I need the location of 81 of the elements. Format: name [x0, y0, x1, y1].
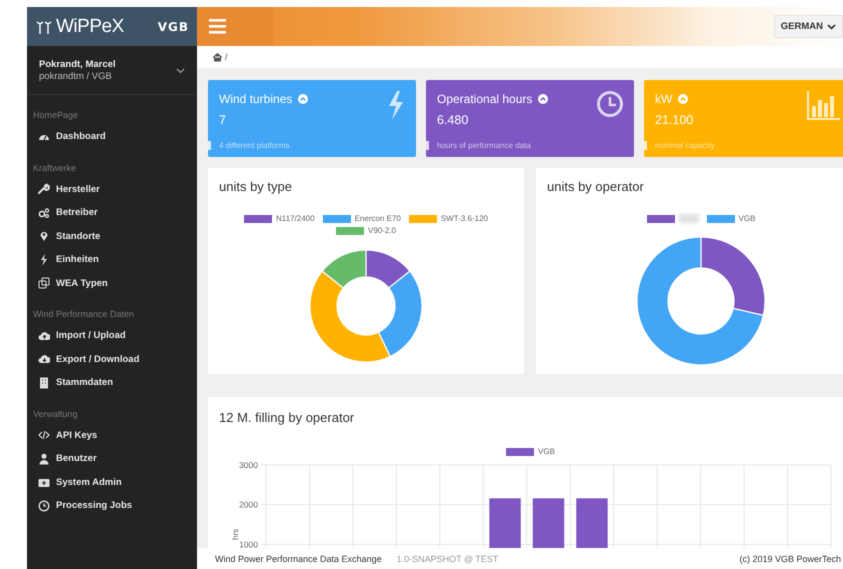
legend-label: V90-2.0	[368, 226, 396, 235]
lightning-icon	[38, 254, 50, 266]
version-label: 1.0-SNAPSHOT @ TEST	[396, 554, 498, 564]
stat-caption: hours of performance data	[437, 141, 532, 150]
home-icon[interactable]	[212, 52, 223, 62]
menu-item[interactable]: Standorte	[27, 224, 197, 248]
menu-item[interactable]: Hersteller	[27, 178, 197, 201]
menu-item[interactable]: Processing Jobs	[27, 494, 197, 518]
chart-title: units by type	[218, 178, 293, 194]
bar	[576, 498, 608, 548]
section-heading: HomePage	[33, 110, 80, 120]
menu-item[interactable]: Stammdaten	[27, 371, 197, 394]
axis-tick-label: 2000	[239, 500, 258, 510]
legend-label: Enercon E70	[354, 214, 401, 223]
stat-value: 6.480	[437, 113, 470, 127]
legend-swatch[interactable]	[646, 214, 675, 222]
legend-label: VGB	[738, 214, 756, 223]
legend-swatch[interactable]	[706, 214, 735, 222]
chart-title: 12 M. filling by operator	[218, 409, 356, 425]
chevron-up-icon[interactable]	[298, 94, 308, 104]
app-name: Wind Power Performance Data Exchange	[215, 554, 382, 564]
clock-icon	[596, 90, 624, 118]
stat-caption: 4 different platforms	[219, 141, 291, 150]
blurred-label	[678, 214, 699, 223]
bar-chart-icon	[806, 90, 842, 121]
org-logo: VGB	[158, 20, 189, 34]
bar	[489, 498, 521, 548]
chevron-down-icon[interactable]	[176, 68, 185, 74]
user-name: Pokrandt, Marcel	[39, 59, 116, 70]
legend-swatch[interactable]	[322, 214, 351, 222]
menu-item[interactable]: Import / Upload	[27, 324, 197, 348]
menu-button[interactable]	[197, 7, 273, 46]
clone-icon	[38, 277, 50, 290]
stat-title: kW	[655, 92, 672, 106]
chevron-down-icon	[827, 24, 836, 30]
gears-icon	[38, 206, 50, 219]
stat-value: 21.100	[655, 113, 694, 127]
code-icon	[38, 429, 50, 442]
bar	[532, 498, 564, 548]
medkit-icon	[38, 476, 50, 488]
legend-label: N117/2400	[276, 214, 315, 223]
user-icon	[38, 452, 50, 465]
chart-title: units by operator	[546, 178, 645, 194]
menu-item[interactable]: WEA Typen	[27, 272, 197, 295]
menu-item[interactable]: Einheiten	[27, 248, 197, 272]
lightning-icon	[386, 90, 406, 122]
menu-item[interactable]: API Keys	[27, 424, 197, 447]
stat-caption: nominal capacity	[655, 141, 716, 150]
axis-label: hrs	[231, 528, 240, 540]
breadcrumb-separator: /	[225, 52, 228, 62]
stat-title: Operational hours	[437, 92, 532, 106]
cloud-download-icon	[38, 353, 50, 366]
menu-item[interactable]: Dashboard	[27, 125, 197, 148]
wrench-icon	[38, 183, 50, 196]
section-heading: Kraftwerke	[33, 162, 78, 172]
building-icon	[38, 376, 50, 389]
menu-icon	[209, 19, 226, 34]
clock-icon	[38, 500, 50, 512]
user-login: pokrandtm / VGB	[39, 71, 113, 82]
menu-item[interactable]: Betreiber	[27, 201, 197, 224]
chevron-up-icon[interactable]	[538, 94, 548, 104]
map-pin-icon	[38, 230, 50, 242]
legend-label: SWT-3.6-120	[440, 214, 488, 223]
legend-label: VGB	[538, 447, 555, 456]
language-select[interactable]: GERMAN	[774, 15, 843, 38]
menu-item[interactable]: System Admin	[27, 470, 197, 494]
legend-swatch[interactable]	[408, 214, 437, 222]
menu-item[interactable]: Benutzer	[27, 447, 197, 470]
stat-title: Wind turbines	[219, 92, 292, 106]
menu-item[interactable]: Export / Download	[27, 348, 197, 371]
brand-name: WiPPeX	[56, 16, 124, 38]
section-heading: Wind Performance Daten	[33, 309, 136, 319]
copyright: (c) 2019 VGB PowerTech	[739, 554, 841, 564]
legend-swatch[interactable]	[336, 226, 364, 234]
legend-swatch[interactable]	[244, 214, 272, 222]
axis-tick-label: 1000	[239, 539, 258, 548]
axis-tick-label: 3000	[239, 460, 258, 470]
legend-swatch[interactable]	[506, 448, 534, 456]
stat-value: 7	[219, 113, 227, 127]
cloud-upload-icon	[38, 330, 50, 342]
section-heading: Verwaltung	[33, 408, 79, 418]
